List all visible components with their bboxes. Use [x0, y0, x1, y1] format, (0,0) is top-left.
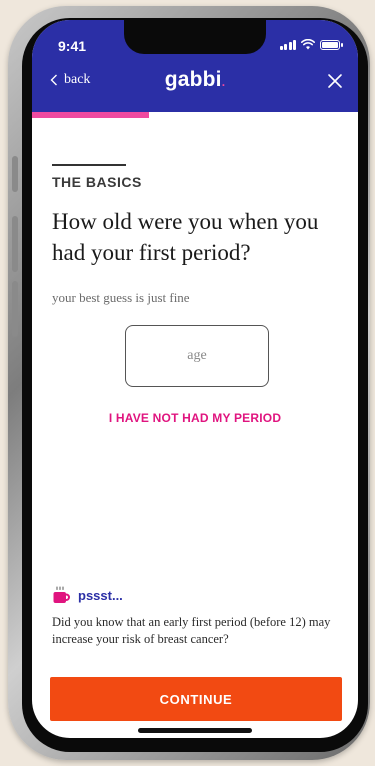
tip-label: pssst... — [78, 587, 123, 603]
app-screen: 9:41 back gabbi. THE BASICS How old were… — [32, 20, 358, 738]
volume-up-button — [12, 216, 18, 272]
tip-header: pssst... — [52, 586, 123, 604]
status-time: 9:41 — [58, 38, 87, 54]
camera-notch — [124, 20, 266, 54]
status-icons — [279, 39, 343, 50]
wifi-icon — [301, 39, 315, 50]
signal-icon — [279, 39, 296, 50]
logo-dot: . — [221, 75, 226, 89]
header-bar: 9:41 back gabbi. — [32, 20, 358, 112]
app-logo: gabbi. — [32, 68, 358, 92]
battery-icon — [320, 39, 343, 50]
question-text: How old were you when you had your first… — [52, 209, 319, 265]
age-input[interactable] — [125, 325, 269, 387]
progress-fill — [32, 112, 150, 118]
section-title: THE BASICS — [52, 174, 142, 190]
continue-button[interactable]: CONTINUE — [50, 677, 342, 721]
section-divider — [52, 164, 126, 166]
volume-down-button — [12, 281, 18, 337]
tip-text: Did you know that an early first period … — [52, 615, 331, 646]
logo-text: gabbi — [164, 68, 222, 91]
coffee-cup-icon — [53, 586, 70, 603]
close-icon[interactable] — [326, 72, 344, 90]
home-indicator — [138, 728, 252, 733]
no-period-link[interactable]: I HAVE NOT HAD MY PERIOD — [32, 411, 358, 425]
progress-bar — [32, 112, 358, 118]
mute-switch — [12, 156, 18, 192]
question-hint: your best guess is just fine — [52, 290, 190, 305]
